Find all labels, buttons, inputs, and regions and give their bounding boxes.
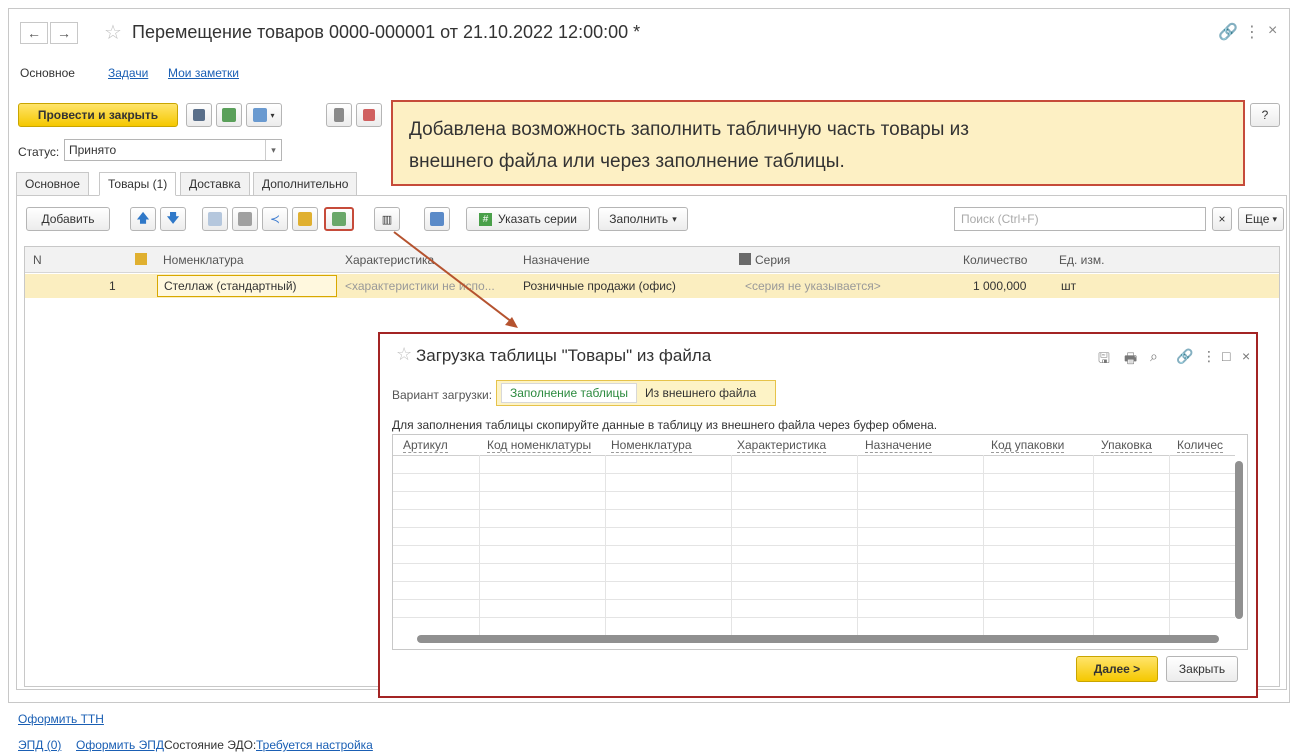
row-line [393,473,1235,474]
close-button[interactable]: Закрыть [1166,656,1238,682]
callout-line-1: Добавлена возможность заполнить табличну… [409,119,969,140]
vertical-scrollbar[interactable] [1235,461,1243,619]
more-vertical-icon[interactable]: ⋮ [1202,348,1216,365]
variant-option-fill-table[interactable]: Заполнение таблицы [501,383,638,403]
preview-icon[interactable]: ⌕ [1150,348,1158,365]
row-line [393,599,1235,600]
column-header-package-code[interactable]: Код упаковки [991,438,1065,453]
column-line [479,455,480,635]
row-line [393,617,1235,618]
variant-option-external-file[interactable]: Из внешнего файла [637,383,764,403]
epd-count-link[interactable]: ЭПД (0) [18,738,61,752]
maximize-icon[interactable]: □ [1222,348,1230,364]
issue-ttn-link[interactable]: Оформить ТТН [18,712,104,726]
column-line [983,455,984,635]
dialog-hint: Для заполнения таблицы скопируйте данные… [392,418,938,432]
column-header-quantity[interactable]: Количес [1177,438,1224,453]
row-line [393,527,1235,528]
print-icon[interactable]: 🖶 [1124,348,1137,372]
row-line [393,509,1235,510]
column-line [731,455,732,635]
import-dialog: ☆ Загрузка таблицы "Товары" из файла 🖫 🖶… [378,332,1258,698]
column-header-item-code[interactable]: Код номенклатуры [487,438,592,453]
edo-status-label: Состояние ЭДО: [164,738,257,752]
column-line [1169,455,1170,635]
tab-goods[interactable]: Товары (1) [99,172,177,196]
close-icon[interactable]: × [1242,348,1250,364]
column-line [605,455,606,635]
horizontal-scrollbar[interactable] [417,635,1219,643]
favorite-star-icon[interactable]: ☆ [396,344,412,365]
issue-epd-link[interactable]: Оформить ЭПД [76,738,164,752]
column-line [1093,455,1094,635]
variant-switch: Заполнение таблицы Из внешнего файла [496,380,776,406]
column-line [857,455,858,635]
dialog-title: Загрузка таблицы "Товары" из файла [416,346,712,365]
column-header-package[interactable]: Упаковка [1101,438,1152,453]
import-table[interactable]: Артикул Код номенклатуры Номенклатура Ха… [392,434,1248,650]
column-header-article[interactable]: Артикул [403,438,448,453]
column-header-purpose[interactable]: Назначение [865,438,932,453]
row-line [393,563,1235,564]
setup-required-link[interactable]: Требуется настройка [256,738,373,752]
save-icon[interactable]: 🖫 [1098,348,1110,372]
callout-line-2: внешнего файла или через заполнение табл… [409,151,845,172]
header-divider [393,455,1235,456]
link-icon[interactable]: 🔗 [1176,348,1193,365]
info-callout: Добавлена возможность заполнить табличну… [391,100,1245,186]
column-header-item[interactable]: Номенклатура [611,438,692,453]
next-button[interactable]: Далее > [1076,656,1158,682]
row-line [393,545,1235,546]
row-line [393,581,1235,582]
row-line [393,491,1235,492]
column-header-characteristic[interactable]: Характеристика [737,438,827,453]
variant-label: Вариант загрузки: [392,388,493,402]
